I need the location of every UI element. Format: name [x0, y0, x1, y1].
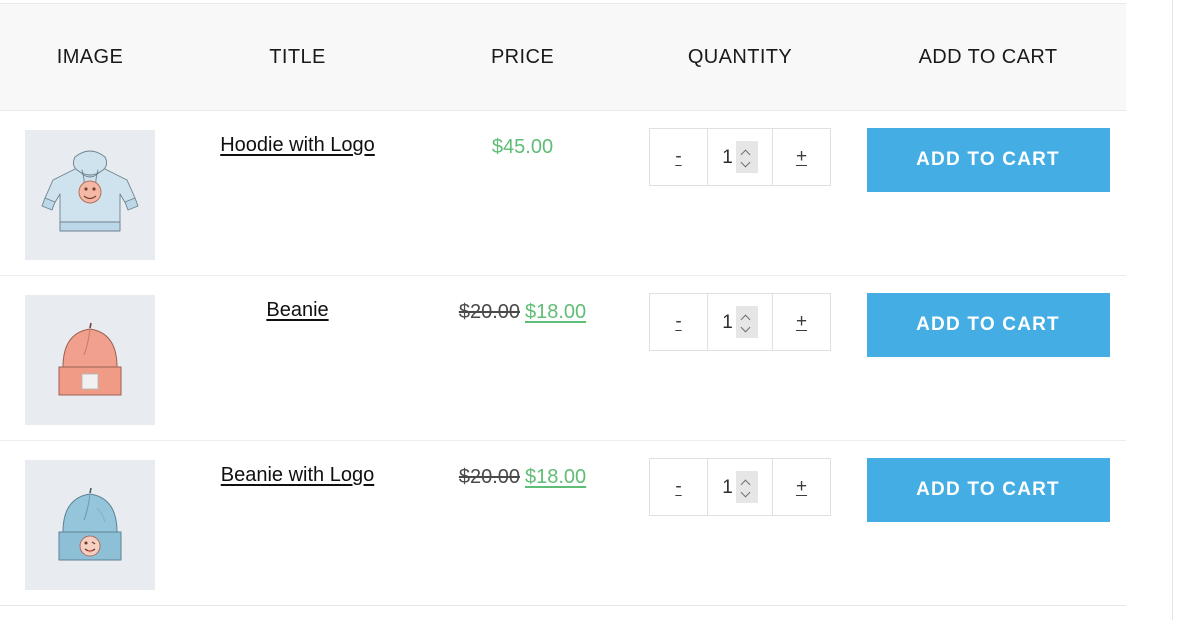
- quantity-value: 1: [722, 311, 733, 333]
- quantity-value: 1: [722, 146, 733, 168]
- quantity-decrement-button[interactable]: -: [649, 128, 707, 186]
- chevron-up-icon[interactable]: [742, 150, 751, 156]
- product-thumbnail[interactable]: [25, 460, 155, 590]
- chevron-up-icon[interactable]: [742, 315, 751, 321]
- price-original: $20.00: [458, 466, 520, 488]
- price-wrapper: $20.00 $18.00: [459, 465, 586, 489]
- quantity-increment-button[interactable]: +: [773, 293, 831, 351]
- product-title-cell: Hoodie with Logo: [180, 110, 415, 276]
- quantity-decrement-button[interactable]: -: [649, 458, 707, 516]
- add-to-cart-cell: ADD TO CART: [850, 440, 1126, 606]
- price-regular: $45.00: [491, 136, 554, 158]
- table-row: Beanie with Logo $20.00 $18.00 -1 + ADD TO CA…: [0, 440, 1126, 606]
- product-title-cell: Beanie: [180, 275, 415, 441]
- price-wrapper: $20.00 $18.00: [459, 300, 586, 324]
- column-header-add-to-cart: ADD TO CART: [850, 3, 1126, 111]
- quantity-stepper[interactable]: -1 +: [649, 293, 831, 351]
- product-image-cell: [0, 275, 180, 441]
- quantity-input[interactable]: 1: [707, 128, 773, 186]
- chevron-down-icon[interactable]: [742, 324, 751, 330]
- add-to-cart-cell: ADD TO CART: [850, 110, 1126, 276]
- quantity-stepper[interactable]: -1 +: [649, 458, 831, 516]
- header-row: IMAGE TITLE PRICE QUANTITY ADD TO CART: [0, 3, 1126, 111]
- add-to-cart-button[interactable]: ADD TO CART: [866, 293, 1110, 357]
- column-header-quantity: QUANTITY: [630, 3, 850, 111]
- add-to-cart-button[interactable]: ADD TO CART: [866, 458, 1110, 522]
- table-body: Hoodie with Logo $45.00-1 + ADD TO CART Bea…: [0, 110, 1126, 606]
- product-price-cell: $45.00: [415, 110, 630, 276]
- product-thumbnail[interactable]: [25, 295, 155, 425]
- product-quantity-cell: -1 +: [630, 110, 850, 276]
- chevron-down-icon[interactable]: [742, 489, 751, 495]
- quantity-increment-button[interactable]: +: [773, 458, 831, 516]
- product-table-page: IMAGE TITLE PRICE QUANTITY ADD TO CART H…: [0, 0, 1200, 620]
- price-sale: $18.00: [525, 301, 587, 323]
- price-original: $20.00: [458, 301, 520, 323]
- price-wrapper: $45.00: [492, 135, 553, 159]
- chevron-down-icon[interactable]: [742, 159, 751, 165]
- product-thumbnail[interactable]: [25, 130, 155, 260]
- product-image-cell: [0, 110, 180, 276]
- table-row: Beanie $20.00 $18.00 -1 + ADD TO CART: [0, 275, 1126, 441]
- product-title-link[interactable]: Hoodie with Logo: [220, 133, 375, 157]
- quantity-increment-button[interactable]: +: [773, 128, 831, 186]
- quantity-spinner[interactable]: [735, 141, 758, 173]
- price-sale: $18.00: [525, 466, 587, 488]
- quantity-value: 1: [722, 476, 733, 498]
- quantity-decrement-button[interactable]: -: [649, 293, 707, 351]
- product-price-cell: $20.00 $18.00: [415, 440, 630, 606]
- quantity-input[interactable]: 1: [707, 458, 773, 516]
- column-header-title: TITLE: [180, 3, 415, 111]
- quantity-spinner[interactable]: [735, 471, 758, 503]
- product-quantity-cell: -1 +: [630, 275, 850, 441]
- viewport-right-edge: [1172, 0, 1173, 620]
- product-quantity-cell: -1 +: [630, 440, 850, 606]
- products-table: IMAGE TITLE PRICE QUANTITY ADD TO CART H…: [0, 3, 1126, 606]
- chevron-up-icon[interactable]: [742, 480, 751, 486]
- column-header-price: PRICE: [415, 3, 630, 111]
- quantity-stepper[interactable]: -1 +: [649, 128, 831, 186]
- product-title-cell: Beanie with Logo: [180, 440, 415, 606]
- quantity-spinner[interactable]: [735, 306, 758, 338]
- add-to-cart-cell: ADD TO CART: [850, 275, 1126, 441]
- product-title-link[interactable]: Beanie with Logo: [221, 463, 374, 487]
- add-to-cart-button[interactable]: ADD TO CART: [866, 128, 1110, 192]
- product-title-link[interactable]: Beanie: [266, 298, 328, 322]
- product-image-cell: [0, 440, 180, 606]
- quantity-input[interactable]: 1: [707, 293, 773, 351]
- column-header-image: IMAGE: [0, 3, 180, 111]
- table-row: Hoodie with Logo $45.00 -1 + ADD TO CART: [0, 110, 1126, 276]
- product-price-cell: $20.00 $18.00: [415, 275, 630, 441]
- table-header: IMAGE TITLE PRICE QUANTITY ADD TO CART: [0, 3, 1126, 111]
